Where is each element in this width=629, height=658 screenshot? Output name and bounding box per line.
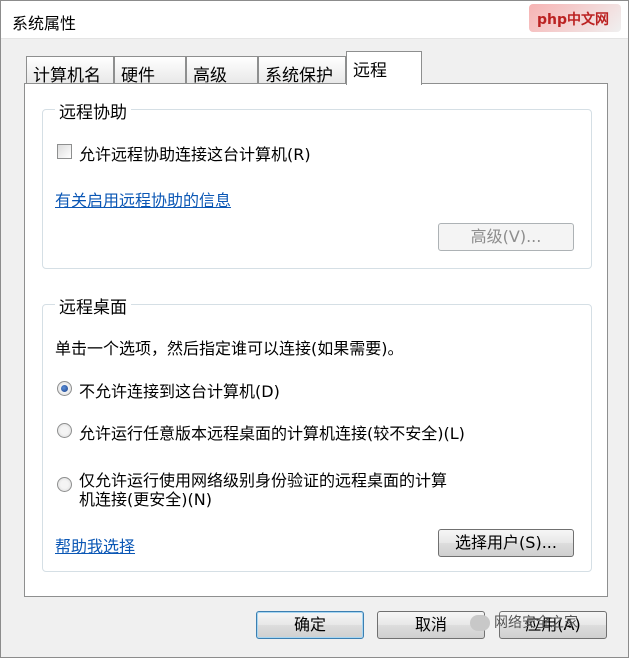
help-me-choose-link[interactable]: 帮助我选择 (55, 533, 135, 557)
watermark-top-text: php中文网 (537, 12, 610, 28)
radio-allow-nla-only[interactable] (57, 477, 72, 492)
tab-computer-name[interactable]: 计算机名 (26, 56, 114, 86)
title-bar: 系统属性 php中文网 (0, 0, 629, 39)
watermark-bottom-text: 网络安全之家 (494, 615, 578, 631)
allow-remote-assistance-label[interactable]: 允许远程协助连接这台计算机(R) (79, 141, 311, 165)
remote-assistance-title: 远程协助 (55, 98, 131, 123)
watermark-bottom: 网络安全之家 (470, 612, 620, 642)
radio-allow-any-version[interactable] (57, 423, 72, 438)
remote-desktop-group: 远程桌面 单击一个选项，然后指定谁可以连接(如果需要)。 不允许连接到这台计算机… (42, 293, 592, 572)
tab-advanced[interactable]: 高级 (186, 56, 258, 86)
window-title: 系统属性 (12, 14, 77, 33)
remote-desktop-title: 远程桌面 (55, 293, 131, 318)
ok-button[interactable]: 确定 (256, 611, 364, 639)
watermark-logo: php中文网 (529, 4, 621, 32)
allow-remote-assistance-checkbox[interactable] (57, 144, 72, 159)
tab-system-protection[interactable]: 系统保护 (258, 56, 346, 86)
tab-panel-remote: 远程协助 允许远程协助连接这台计算机(R) 有关启用远程协助的信息 高级(V).… (24, 83, 608, 597)
cancel-button[interactable]: 取消 (377, 611, 485, 639)
remote-assistance-info-link[interactable]: 有关启用远程协助的信息 (55, 187, 231, 211)
radio-disallow-connections-label[interactable]: 不允许连接到这台计算机(D) (79, 378, 280, 402)
radio-disallow-connections[interactable] (57, 381, 72, 396)
radio-allow-any-version-label[interactable]: 允许运行任意版本远程桌面的计算机连接(较不安全)(L) (79, 420, 465, 444)
wechat-icon (470, 615, 490, 631)
remote-assistance-advanced-button[interactable]: 高级(V)... (438, 223, 574, 251)
tab-hardware[interactable]: 硬件 (114, 56, 186, 86)
remote-desktop-description: 单击一个选项，然后指定谁可以连接(如果需要)。 (55, 339, 404, 358)
radio-allow-nla-only-label-line2[interactable]: 机连接(更安全)(N) (79, 486, 212, 510)
tab-remote[interactable]: 远程 (346, 51, 422, 85)
remote-assistance-group: 远程协助 允许远程协助连接这台计算机(R) 有关启用远程协助的信息 高级(V).… (42, 98, 592, 269)
select-users-button[interactable]: 选择用户(S)... (438, 529, 574, 557)
